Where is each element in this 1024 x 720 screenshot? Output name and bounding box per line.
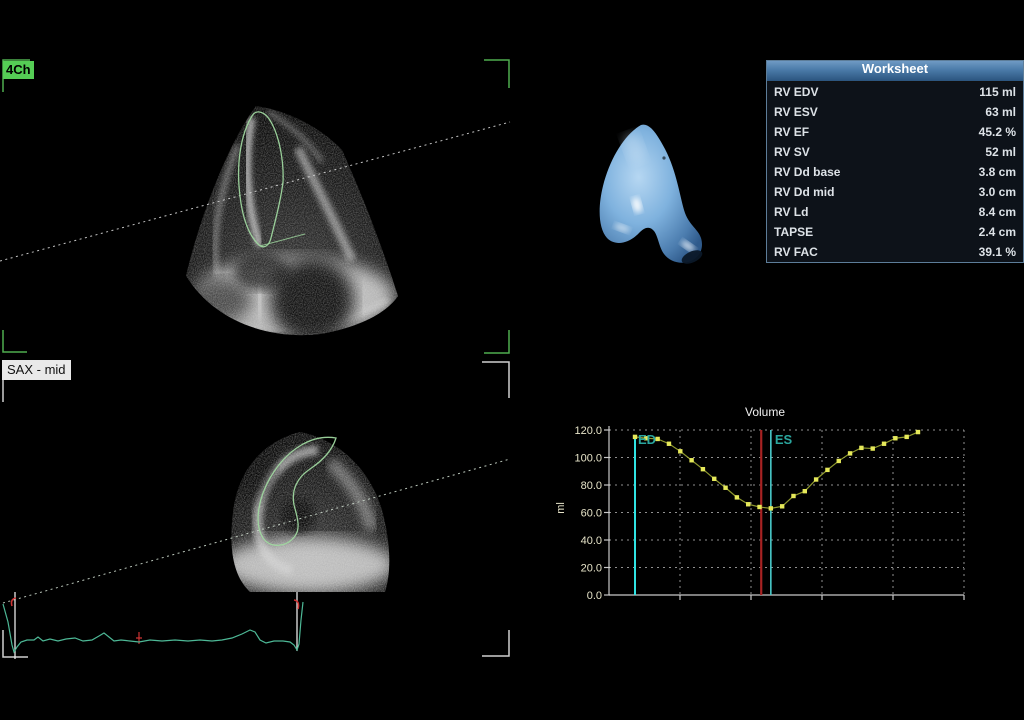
svg-text:40.0: 40.0: [581, 535, 602, 547]
data-point: [757, 505, 761, 509]
data-point: [723, 486, 727, 490]
measurement-label: RV Ld: [774, 205, 808, 219]
volume-chart-panel: Volume ml 0.020.040.060.080.0100.0120.0E…: [558, 400, 1024, 615]
measurement-label: RV FAC: [774, 245, 818, 259]
data-point: [780, 504, 784, 508]
data-point: [916, 430, 920, 434]
measurement-value: 2.4 cm: [979, 225, 1016, 239]
worksheet-row: RV EDV 115 ml: [767, 82, 1023, 102]
measurement-label: RV EF: [774, 125, 809, 139]
worksheet-row: RV Ld 8.4 cm: [767, 202, 1023, 222]
measurement-value: 39.1 %: [979, 245, 1016, 259]
data-point: [655, 437, 659, 441]
measurement-value: 8.4 cm: [979, 205, 1016, 219]
data-point: [837, 459, 841, 463]
measurement-label: RV Dd base: [774, 165, 840, 179]
worksheet-row: RV SV 52 ml: [767, 142, 1023, 162]
svg-text:120.0: 120.0: [574, 425, 602, 437]
worksheet-title: Worksheet: [767, 61, 1023, 82]
rv-3d-model[interactable]: [600, 125, 705, 267]
data-point: [871, 446, 875, 450]
worksheet-panel: Worksheet RV EDV 115 ml RV ESV 63 ml RV …: [766, 60, 1024, 263]
data-point: [769, 506, 773, 510]
ecg-marker-flag-right: [294, 600, 299, 609]
measurement-value: 3.8 cm: [979, 165, 1016, 179]
svg-text:80.0: 80.0: [581, 480, 602, 492]
data-point: [814, 477, 818, 481]
svg-text:60.0: 60.0: [581, 508, 602, 520]
measurement-label: RV SV: [774, 145, 810, 159]
svg-text:100.0: 100.0: [574, 453, 602, 465]
data-point: [678, 449, 682, 453]
worksheet-row: RV EF 45.2 %: [767, 122, 1023, 142]
worksheet-row: RV Dd mid 3.0 cm: [767, 182, 1023, 202]
worksheet-row: RV FAC 39.1 %: [767, 242, 1023, 262]
measurement-value: 3.0 cm: [979, 185, 1016, 199]
data-point: [825, 468, 829, 472]
measurement-value: 45.2 %: [979, 125, 1016, 139]
data-point: [746, 502, 750, 506]
data-point: [689, 458, 693, 462]
measurement-value: 63 ml: [985, 105, 1016, 119]
echo-analysis-screen: 4Ch SAX - mid Worksheet RV EDV 115 ml RV…: [0, 0, 1024, 720]
data-point: [667, 442, 671, 446]
data-point: [882, 442, 886, 446]
es-label: ES: [775, 432, 793, 447]
measurement-label: RV ESV: [774, 105, 818, 119]
us-view-4ch[interactable]: [0, 60, 510, 353]
view-label-sax-mid: SAX - mid: [2, 360, 71, 380]
measurement-value: 115 ml: [979, 85, 1016, 99]
measurement-label: RV Dd mid: [774, 185, 834, 199]
view-label-4ch: 4Ch: [3, 61, 34, 79]
us-speckle-4ch: [186, 106, 398, 335]
data-point: [893, 436, 897, 440]
data-point: [904, 435, 908, 439]
measurement-label: TAPSE: [774, 225, 813, 239]
worksheet-row: RV ESV 63 ml: [767, 102, 1023, 122]
data-point: [848, 451, 852, 455]
svg-text:0.0: 0.0: [587, 590, 602, 602]
svg-text:20.0: 20.0: [581, 563, 602, 575]
ecg-strip[interactable]: [3, 592, 303, 659]
data-point: [633, 435, 637, 439]
data-point: [803, 489, 807, 493]
volume-chart[interactable]: 0.0 20.0 40.0 60.0 80.0 100.0 120.0 ED ES: [558, 400, 1024, 615]
data-point: [735, 495, 739, 499]
data-point: [859, 446, 863, 450]
data-point: [791, 494, 795, 498]
us-speckle-sax: [231, 432, 389, 592]
ed-label: ED: [638, 432, 656, 447]
data-point: [701, 467, 705, 471]
us-view-sax-mid[interactable]: [3, 362, 510, 659]
data-point: [712, 477, 716, 481]
worksheet-row: TAPSE 2.4 cm: [767, 222, 1023, 242]
ecg-trace: [3, 602, 303, 652]
measurement-value: 52 ml: [985, 145, 1016, 159]
worksheet-row: RV Dd base 3.8 cm: [767, 162, 1023, 182]
measurement-label: RV EDV: [774, 85, 818, 99]
